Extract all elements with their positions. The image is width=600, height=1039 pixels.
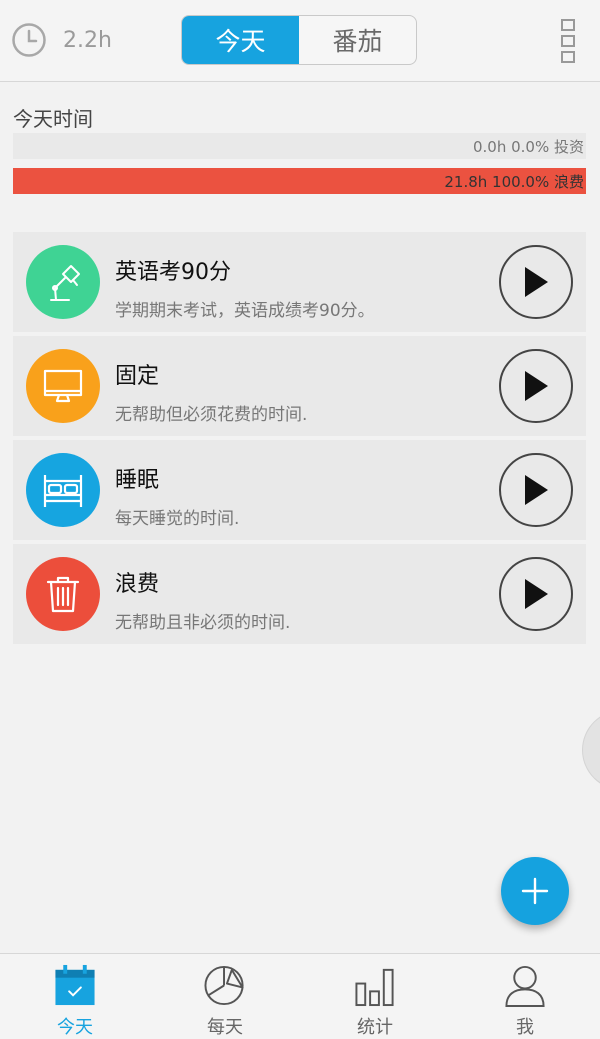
tab-today[interactable]: 今天: [182, 16, 299, 64]
nav-item-today[interactable]: 今天: [0, 954, 150, 1039]
activity-icon-badge: [26, 557, 100, 631]
activity-desc: 学期期末考试，英语成绩考90分。: [115, 301, 375, 321]
invest-label: 0.0h 0.0% 投资: [472, 137, 584, 156]
monitor-icon: [43, 369, 83, 403]
play-icon: [525, 267, 548, 297]
play-button[interactable]: [499, 453, 573, 527]
nav-item-daily[interactable]: 每天: [150, 954, 300, 1039]
pie-chart-icon: [204, 965, 244, 1006]
today-hours: 2.2h: [63, 28, 112, 53]
nav-item-stats[interactable]: 统计: [300, 954, 450, 1039]
activity-desc: 无帮助且非必须的时间.: [115, 613, 291, 633]
activity-icon-badge: [26, 245, 100, 319]
activity-list: 英语考90分 学期期末考试，英语成绩考90分。 固定 无帮助但必须花费的时间.: [13, 232, 586, 648]
today-time-title: 今天时间: [13, 107, 93, 131]
tab-pomodoro[interactable]: 番茄: [299, 16, 416, 64]
bar-chart-icon: [355, 968, 394, 1007]
activity-icon-badge: [26, 453, 100, 527]
play-button[interactable]: [499, 557, 573, 631]
play-button[interactable]: [499, 245, 573, 319]
add-activity-button[interactable]: [501, 857, 569, 925]
desk-lamp-icon: [50, 265, 80, 301]
play-icon: [525, 579, 548, 609]
nav-label: 我: [516, 1017, 534, 1038]
play-button[interactable]: [499, 349, 573, 423]
view-switch: 今天 番茄: [181, 15, 417, 65]
nav-label: 统计: [357, 1017, 393, 1038]
side-drawer-handle[interactable]: [582, 710, 600, 790]
nav-label: 今天: [57, 1017, 93, 1038]
activity-desc: 每天睡觉的时间.: [115, 509, 240, 529]
play-icon: [525, 371, 548, 401]
calendar-icon: [55, 964, 95, 1006]
nav-label: 每天: [207, 1017, 243, 1038]
activity-item[interactable]: 固定 无帮助但必须花费的时间.: [13, 336, 586, 436]
plus-icon: [521, 877, 549, 905]
waste-bar: 21.8h 100.0% 浪费: [13, 168, 586, 194]
activity-icon-badge: [26, 349, 100, 423]
activity-title: 英语考90分: [115, 260, 231, 285]
clock-icon: [12, 23, 46, 57]
bed-icon: [43, 475, 83, 507]
activity-desc: 无帮助但必须花费的时间.: [115, 405, 308, 425]
bottom-nav: 今天 每天 统计 我: [0, 953, 600, 1039]
user-icon: [505, 965, 545, 1007]
activity-item[interactable]: 浪费 无帮助且非必须的时间.: [13, 544, 586, 644]
play-icon: [525, 475, 548, 505]
menu-icon[interactable]: [560, 18, 578, 64]
activity-title: 睡眠: [115, 468, 160, 493]
waste-label: 21.8h 100.0% 浪费: [444, 172, 584, 191]
activity-item[interactable]: 睡眠 每天睡觉的时间.: [13, 440, 586, 540]
activity-item[interactable]: 英语考90分 学期期末考试，英语成绩考90分。: [13, 232, 586, 332]
top-bar: 2.2h 今天 番茄: [0, 0, 600, 82]
trash-icon: [46, 576, 80, 613]
invest-bar: 0.0h 0.0% 投资: [13, 133, 586, 159]
nav-item-me[interactable]: 我: [450, 954, 600, 1039]
activity-title: 浪费: [115, 572, 160, 597]
activity-title: 固定: [115, 364, 160, 389]
